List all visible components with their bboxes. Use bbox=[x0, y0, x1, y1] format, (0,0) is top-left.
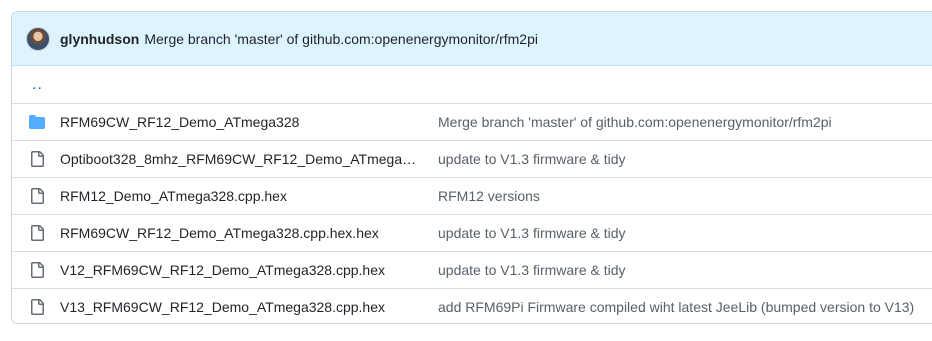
file-row[interactable]: V12_RFM69CW_RF12_Demo_ATmega328.cpp.hex … bbox=[12, 251, 932, 288]
file-commit-message-link[interactable]: add RFM69Pi Firmware compiled wiht lates… bbox=[438, 299, 914, 315]
file-icon bbox=[29, 225, 45, 241]
file-name-link[interactable]: Optiboot328_8mhz_RFM69CW_RF12_Demo_ATmeg… bbox=[60, 151, 422, 167]
file-commit-message-link[interactable]: update to V1.3 firmware & tidy bbox=[438, 262, 626, 278]
file-name-link[interactable]: V12_RFM69CW_RF12_Demo_ATmega328.cpp.hex bbox=[60, 262, 422, 278]
file-commit-message-link[interactable]: update to V1.3 firmware & tidy bbox=[438, 151, 626, 167]
file-icon bbox=[29, 188, 45, 204]
file-browser: glynhudson Merge branch 'master' of gith… bbox=[11, 11, 932, 324]
file-row[interactable]: RFM69CW_RF12_Demo_ATmega328.cpp.hex.hex … bbox=[12, 214, 932, 251]
commit-author-link[interactable]: glynhudson bbox=[60, 31, 139, 47]
file-icon bbox=[29, 262, 45, 278]
file-name-link[interactable]: RFM69CW_RF12_Demo_ATmega328 bbox=[60, 114, 422, 130]
folder-icon bbox=[29, 114, 45, 130]
file-name-link[interactable]: V13_RFM69CW_RF12_Demo_ATmega328.cpp.hex bbox=[60, 299, 422, 315]
file-commit-message-link[interactable]: RFM12 versions bbox=[438, 188, 540, 204]
file-icon bbox=[29, 151, 45, 167]
file-name-link[interactable]: RFM69CW_RF12_Demo_ATmega328.cpp.hex.hex bbox=[60, 225, 422, 241]
file-name-link[interactable]: RFM12_Demo_ATmega328.cpp.hex bbox=[60, 188, 422, 204]
commit-message-link[interactable]: Merge branch 'master' of github.com:open… bbox=[144, 31, 538, 47]
file-row[interactable]: RFM69CW_RF12_Demo_ATmega328 Merge branch… bbox=[12, 103, 932, 140]
file-row[interactable]: Optiboot328_8mhz_RFM69CW_RF12_Demo_ATmeg… bbox=[12, 140, 932, 177]
author-avatar[interactable] bbox=[26, 26, 50, 51]
file-commit-message-link[interactable]: Merge branch 'master' of github.com:open… bbox=[438, 114, 832, 130]
parent-directory-row[interactable]: .. bbox=[12, 66, 932, 103]
file-icon bbox=[29, 299, 45, 315]
parent-directory-link[interactable]: .. bbox=[12, 76, 43, 93]
latest-commit-bar: glynhudson Merge branch 'master' of gith… bbox=[12, 12, 932, 66]
file-commit-message-link[interactable]: update to V1.3 firmware & tidy bbox=[438, 225, 626, 241]
file-row[interactable]: V13_RFM69CW_RF12_Demo_ATmega328.cpp.hex … bbox=[12, 288, 932, 323]
file-row[interactable]: RFM12_Demo_ATmega328.cpp.hex RFM12 versi… bbox=[12, 177, 932, 214]
